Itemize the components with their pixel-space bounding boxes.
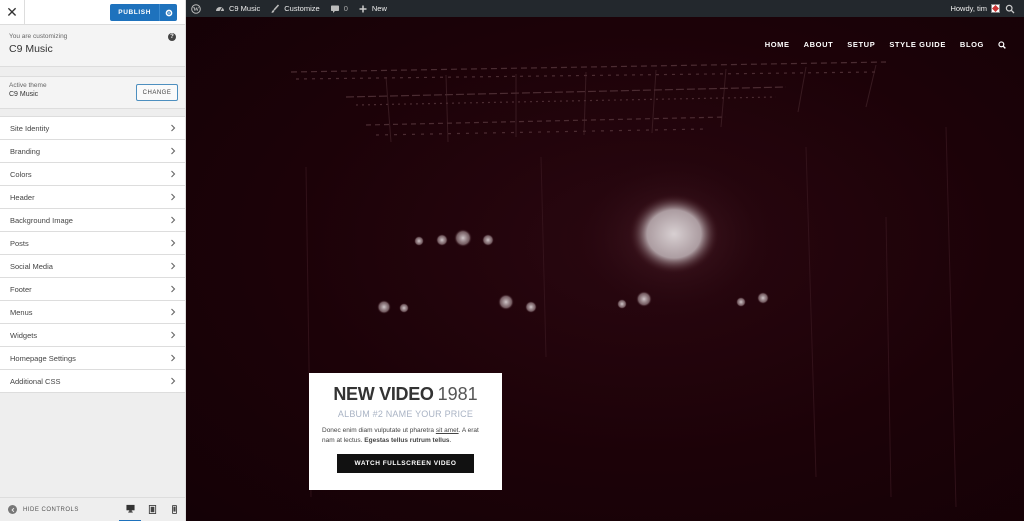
chevron-right-icon: [171, 377, 176, 385]
section-label: Widgets: [10, 330, 38, 340]
customizer-sections: Site Identity Branding Colors Header Backgro…: [0, 116, 185, 393]
section-branding[interactable]: Branding: [0, 140, 185, 163]
section-label: Branding: [10, 146, 41, 156]
wordpress-logo-icon[interactable]: W: [186, 0, 210, 17]
comment-icon: [330, 5, 339, 13]
tablet-preview-icon[interactable]: [141, 498, 163, 521]
nav-setup[interactable]: SETUP: [847, 40, 875, 49]
search-icon[interactable]: [998, 40, 1006, 49]
publish-button[interactable]: PUBLISH: [110, 4, 159, 21]
nav-about[interactable]: ABOUT: [804, 40, 834, 49]
section-footer[interactable]: Footer: [0, 278, 185, 301]
nav-style-guide[interactable]: STYLE GUIDE: [889, 40, 946, 49]
chevron-right-icon: [171, 147, 176, 155]
dashboard-icon: [216, 6, 224, 11]
hide-controls-button[interactable]: HIDE CONTROLS: [0, 505, 119, 514]
section-label: Header: [10, 192, 35, 202]
card-description: Donec enim diam vulputate ut pharetra si…: [322, 426, 489, 446]
admin-bar-comments[interactable]: 0: [325, 0, 353, 17]
brush-icon: [271, 3, 280, 13]
chevron-right-icon: [171, 354, 176, 362]
section-homepage-settings[interactable]: Homepage Settings: [0, 347, 185, 370]
section-social-media[interactable]: Social Media: [0, 255, 185, 278]
section-label: Menus: [10, 307, 33, 317]
hide-controls-label: HIDE CONTROLS: [23, 506, 79, 513]
nav-home[interactable]: HOME: [765, 40, 790, 49]
watch-fullscreen-video-button[interactable]: WATCH FULLSCREEN VIDEO: [337, 454, 474, 473]
chevron-right-icon: [171, 216, 176, 224]
section-label: Colors: [10, 169, 32, 179]
section-header[interactable]: Header: [0, 186, 185, 209]
customizing-label: You are customizing: [9, 33, 68, 40]
section-label: Background Image: [10, 215, 73, 225]
chevron-right-icon: [171, 170, 176, 178]
chevron-right-icon: [171, 285, 176, 293]
section-posts[interactable]: Posts: [0, 232, 185, 255]
section-colors[interactable]: Colors: [0, 163, 185, 186]
card-text-link[interactable]: sit amet: [436, 427, 459, 434]
admin-bar-customize[interactable]: Customize: [265, 0, 324, 17]
card-subtitle: ALBUM #2 NAME YOUR PRICE: [337, 409, 474, 419]
section-label: Site Identity: [10, 123, 50, 133]
customizing-site-title: C9 Music: [9, 43, 53, 55]
section-background-image[interactable]: Background Image: [0, 209, 185, 232]
publish-settings-gear-icon[interactable]: [159, 4, 177, 21]
admin-bar-account[interactable]: Howdy, tim: [950, 0, 1024, 17]
plus-icon: [359, 5, 367, 12]
chevron-right-icon: [171, 331, 176, 339]
active-theme-box: Active theme C9 Music CHANGE: [0, 76, 185, 109]
howdy-greeting: Howdy, tim: [950, 4, 987, 13]
section-label: Additional CSS: [10, 376, 61, 386]
customizer-header: ✕ PUBLISH: [0, 0, 185, 25]
card-title-row: NEW VIDEO 1981: [309, 384, 502, 405]
publish-group: PUBLISH: [110, 4, 177, 21]
collapse-icon: [8, 505, 17, 514]
admin-bar-customize-label: Customize: [284, 4, 320, 13]
svg-text:W: W: [193, 7, 199, 13]
admin-bar-site[interactable]: C9 Music: [210, 0, 265, 17]
section-widgets[interactable]: Widgets: [0, 324, 185, 347]
section-site-identity[interactable]: Site Identity: [0, 117, 185, 140]
site-preview: HOME ABOUT SETUP STYLE GUIDE BLOG NEW VIDEO 1…: [186, 17, 1024, 521]
admin-bar-new[interactable]: New: [353, 0, 392, 17]
section-label: Footer: [10, 284, 32, 294]
mobile-preview-icon[interactable]: [163, 498, 185, 521]
chevron-right-icon: [171, 193, 176, 201]
card-text-1: Donec enim diam vulputate ut pharetra: [322, 427, 436, 434]
new-video-card: NEW VIDEO 1981 ALBUM #2 NAME YOUR PRICE D…: [309, 373, 502, 490]
section-label: Social Media: [10, 261, 53, 271]
chevron-right-icon: [171, 308, 176, 316]
customizing-info: You are customizing C9 Music ?: [0, 25, 185, 67]
chevron-right-icon: [171, 239, 176, 247]
section-label: Posts: [10, 238, 29, 248]
admin-bar-search-icon[interactable]: [1000, 0, 1024, 17]
admin-bar-site-name: C9 Music: [229, 4, 261, 13]
chevron-right-icon: [171, 262, 176, 270]
help-icon[interactable]: ?: [168, 33, 176, 41]
card-text-bold: Egestas tellus rutrum tellus: [364, 437, 450, 444]
device-preview-buttons: [119, 498, 185, 521]
admin-bar-new-label: New: [371, 4, 387, 13]
section-menus[interactable]: Menus: [0, 301, 185, 324]
close-icon[interactable]: ✕: [0, 0, 25, 25]
card-text-end: .: [449, 437, 452, 444]
site-navigation: HOME ABOUT SETUP STYLE GUIDE BLOG: [751, 40, 1006, 49]
section-label: Homepage Settings: [10, 353, 76, 363]
customizer-footer: HIDE CONTROLS: [0, 497, 185, 521]
section-additional-css[interactable]: Additional CSS: [0, 370, 185, 393]
chevron-right-icon: [171, 124, 176, 132]
change-theme-button[interactable]: CHANGE: [136, 84, 178, 101]
card-title: NEW VIDEO: [333, 384, 434, 404]
admin-bar: W C9 Music Customize 0 New Howdy, tim: [186, 0, 1024, 17]
card-year: 1981: [437, 384, 478, 404]
nav-blog[interactable]: BLOG: [960, 40, 984, 49]
avatar: [991, 4, 1000, 13]
customizer-sidebar: ✕ PUBLISH You are customizing C9 Music ?…: [0, 0, 186, 521]
desktop-preview-icon[interactable]: [119, 498, 141, 521]
comments-count: 0: [343, 4, 348, 13]
